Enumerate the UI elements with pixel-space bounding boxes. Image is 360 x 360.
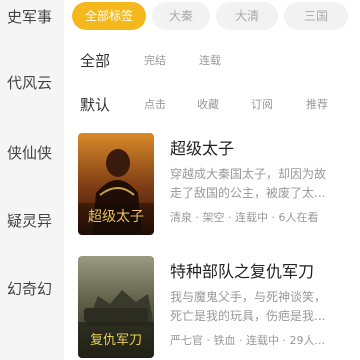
book-description: 我与魔鬼父手，与死神谈笑， 死亡是我的玩具，伤疤是我... bbox=[170, 288, 360, 326]
sidebar-item-history-military[interactable]: 史军事 bbox=[0, 6, 64, 28]
book-meta: 清泉 · 架空 · 连载中 · 6人在看 bbox=[170, 211, 319, 224]
sort-filter-row: 默认 点击 收藏 订阅 推荐 bbox=[64, 96, 360, 120]
status-filter-row: 全部 完结 连载 bbox=[64, 52, 360, 76]
book-cover-title: 复仇军刀 bbox=[90, 333, 142, 348]
sidebar-item-label: 侠仙侠 bbox=[6, 144, 52, 162]
book-description-line: 我与魔鬼父手，与死神谈笑， bbox=[170, 290, 327, 304]
filter-completed[interactable]: 完结 bbox=[144, 52, 166, 68]
tag-chip-row: 全部标签 大秦 大清 三国 bbox=[64, 0, 360, 40]
chip-all-tags[interactable]: 全部标签 bbox=[72, 2, 146, 30]
book-cover[interactable]: 超级太子 bbox=[78, 133, 154, 235]
sidebar-item-suspense-supernatural[interactable]: 疑灵异 bbox=[0, 210, 64, 232]
book-cover-art: 超级太子 bbox=[78, 133, 154, 235]
book-title[interactable]: 特种部队之复仇军刀 bbox=[170, 258, 314, 282]
chip-qing[interactable]: 大清 bbox=[216, 2, 278, 30]
sidebar-item-era-storm[interactable]: 代风云 bbox=[0, 72, 64, 94]
filter-serializing[interactable]: 连载 bbox=[199, 52, 221, 68]
sort-clicks[interactable]: 点击 bbox=[144, 96, 166, 112]
book-meta: 严七官 · 铁血 · 连载中 · 29人... bbox=[170, 334, 325, 347]
content-panel: 全部标签 大秦 大清 三国 全部 完结 连载 默认 点击 收藏 订阅 推荐 超级… bbox=[64, 0, 360, 360]
sort-subscriptions[interactable]: 订阅 bbox=[251, 96, 273, 112]
book-description: 穿越成大秦国太子，却因为故 走了敌国的公主，被废了太... bbox=[170, 165, 360, 203]
book-cover-title: 超级太子 bbox=[88, 209, 144, 225]
sidebar-item-fantasy[interactable]: 幻奇幻 bbox=[0, 278, 64, 300]
sort-favorites[interactable]: 收藏 bbox=[197, 96, 219, 112]
book-list-item[interactable]: 复仇军刀 特种部队之复仇军刀 我与魔鬼父手，与死神谈笑， 死亡是我的玩具，伤疤是… bbox=[64, 256, 360, 360]
filter-all[interactable]: 全部 bbox=[80, 50, 110, 71]
chip-qin[interactable]: 大秦 bbox=[152, 2, 210, 30]
book-cover-art: 复仇军刀 bbox=[78, 256, 154, 358]
sidebar-item-wuxia-xianxia[interactable]: 侠仙侠 bbox=[0, 142, 64, 164]
book-list-item[interactable]: 超级太子 超级太子 穿越成大秦国太子，却因为故 走了敌国的公主，被废了太... … bbox=[64, 133, 360, 243]
sidebar-item-label: 代风云 bbox=[6, 74, 52, 92]
app-root: 史军事 代风云 侠仙侠 疑灵异 幻奇幻 全部标签 大秦 大清 三国 全部 完结 … bbox=[0, 0, 360, 360]
book-description-line: 走了敌国的公主，被废了太... bbox=[170, 186, 326, 200]
book-cover[interactable]: 复仇军刀 bbox=[78, 256, 154, 358]
book-description-line: 穿越成大秦国太子，却因为故 bbox=[170, 167, 327, 181]
book-description-line: 死亡是我的玩具，伤疤是我... bbox=[170, 309, 326, 323]
category-sidebar: 史军事 代风云 侠仙侠 疑灵异 幻奇幻 bbox=[0, 0, 64, 360]
sort-default[interactable]: 默认 bbox=[80, 94, 110, 115]
chip-three-kingdoms[interactable]: 三国 bbox=[284, 2, 348, 30]
sidebar-item-label: 疑灵异 bbox=[6, 212, 52, 230]
sidebar-item-label: 史军事 bbox=[6, 8, 52, 26]
book-title[interactable]: 超级太子 bbox=[170, 135, 234, 159]
sidebar-item-label: 幻奇幻 bbox=[6, 280, 52, 298]
sort-recommend[interactable]: 推荐 bbox=[306, 96, 328, 112]
